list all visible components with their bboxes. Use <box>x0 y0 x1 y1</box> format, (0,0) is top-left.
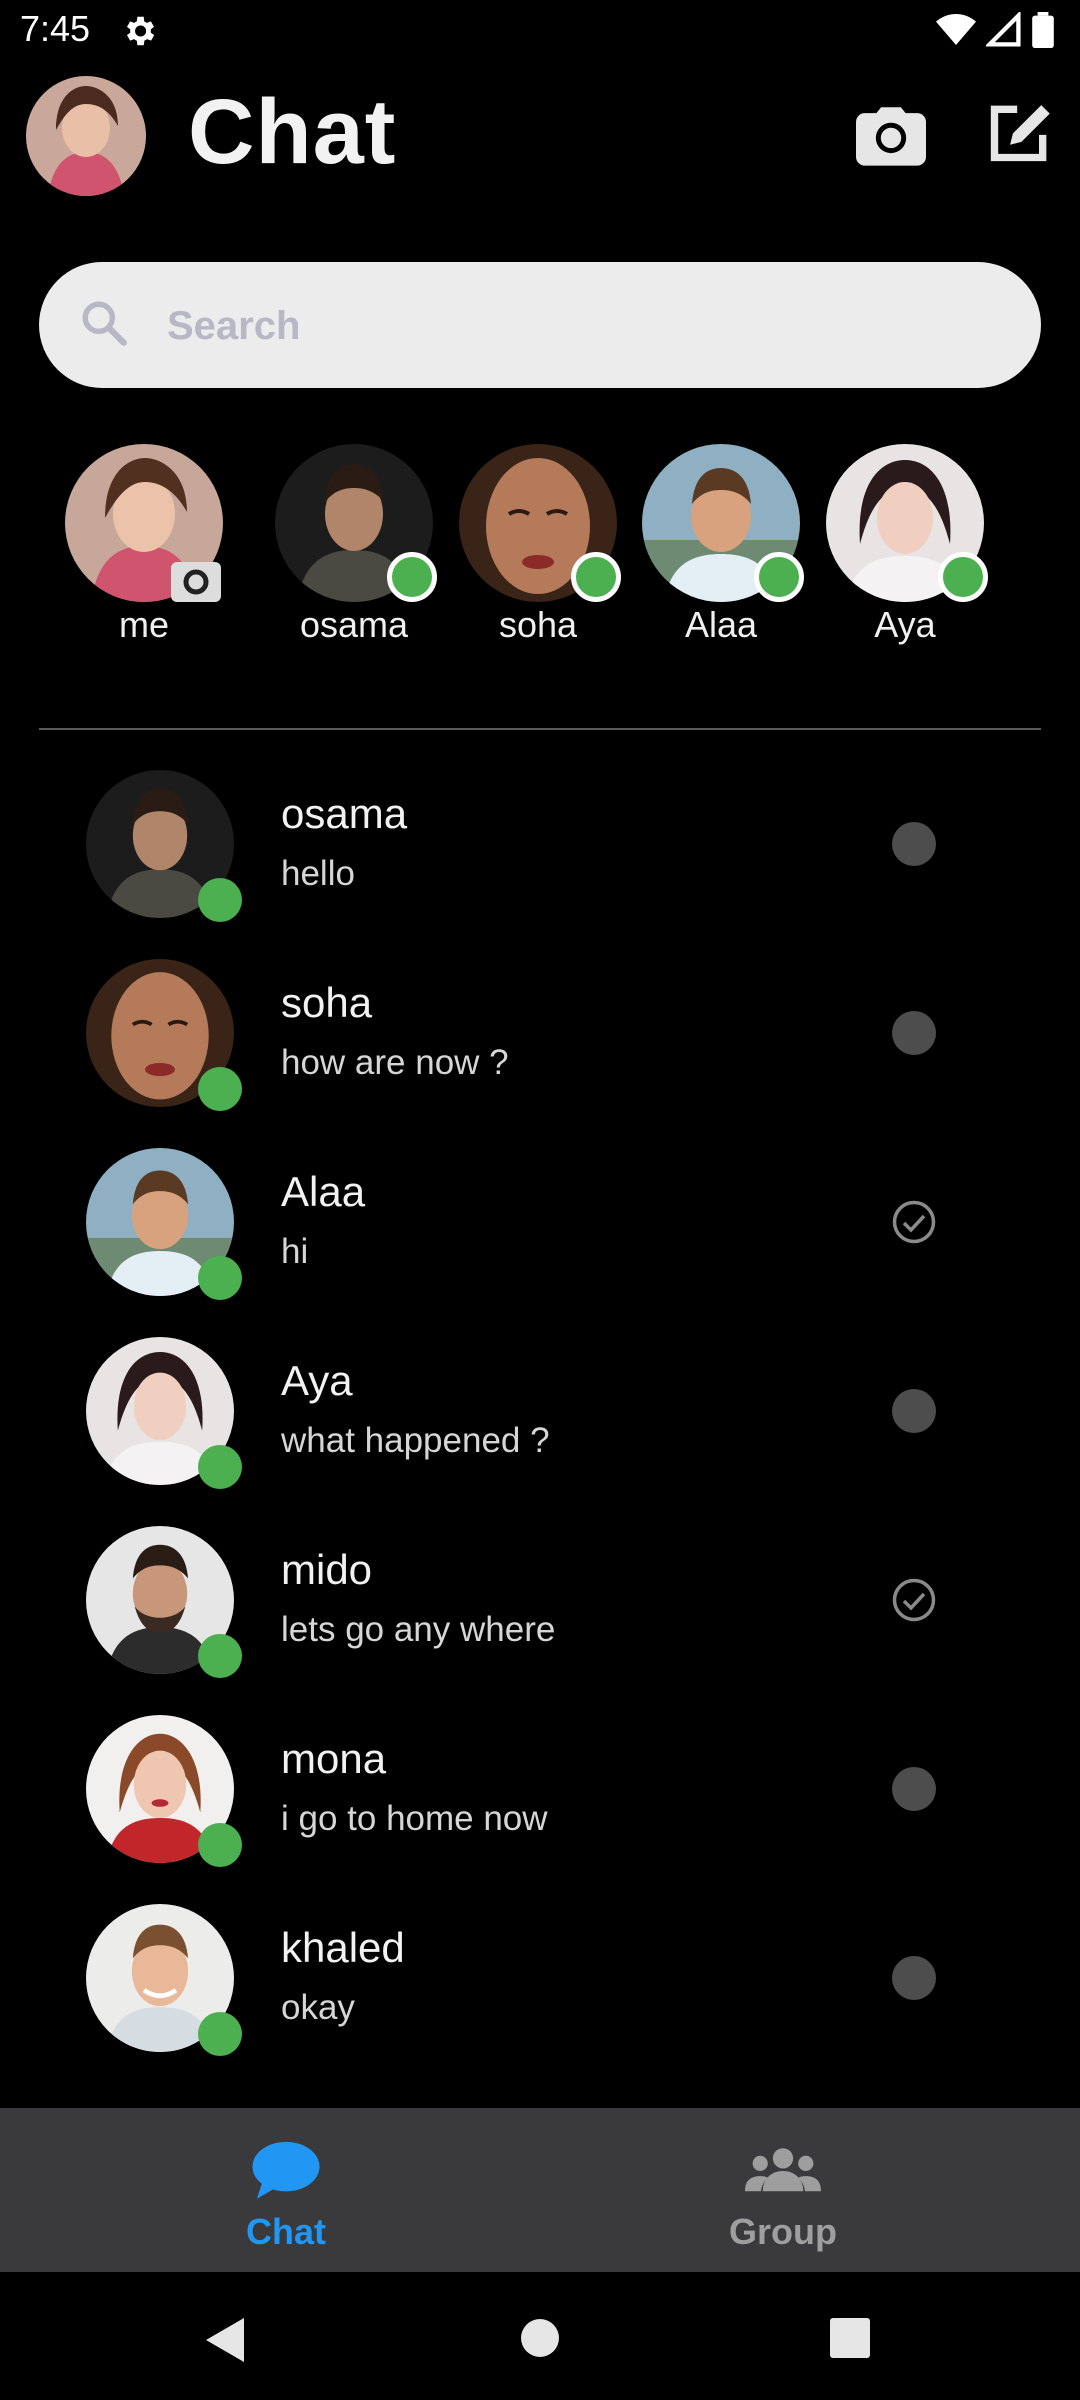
chat-name: Alaa <box>281 1168 366 1215</box>
page-title: Chat <box>188 81 397 183</box>
story-osama[interactable]: osama <box>259 444 449 646</box>
chat-name: osama <box>281 790 408 837</box>
recents-icon[interactable] <box>830 2318 870 2363</box>
camera-icon[interactable] <box>171 562 221 602</box>
unread-dot-icon <box>891 1766 937 1812</box>
avatar <box>86 1526 242 1678</box>
chat-message: lets go any where <box>281 1610 556 1649</box>
story-name: Aya <box>874 604 936 645</box>
unread-dot-icon <box>891 1388 937 1434</box>
unread-dot-icon <box>891 821 937 867</box>
chat-row-soha[interactable]: soha how are now ? <box>0 955 1080 1144</box>
avatar <box>86 959 242 1111</box>
chat-row-osama[interactable]: osama hello <box>0 766 1080 955</box>
avatar <box>86 1904 242 2056</box>
stories-row: me osama soha Alaa Aya <box>0 444 1080 664</box>
unread-dot-icon <box>891 1955 937 2001</box>
avatar <box>86 770 242 922</box>
story-name: me <box>118 604 169 645</box>
home-icon[interactable] <box>520 2318 560 2363</box>
system-nav-bar <box>0 2272 1080 2400</box>
chat-message: what happened ? <box>281 1421 550 1460</box>
signal-icon <box>984 10 1022 53</box>
chat-message: hello <box>281 854 355 893</box>
tab-group[interactable]: Group <box>713 2140 853 2253</box>
battery-icon <box>1032 12 1054 53</box>
bottom-nav: Chat Group <box>0 2108 1080 2272</box>
online-indicator <box>198 1445 242 1489</box>
online-indicator <box>754 552 804 602</box>
online-indicator <box>198 1256 242 1300</box>
chat-message: i go to home now <box>281 1799 548 1838</box>
avatar <box>86 1148 242 1300</box>
divider <box>39 728 1041 730</box>
wifi-icon <box>936 12 976 53</box>
story-aya[interactable]: Aya <box>810 444 1000 646</box>
story-me[interactable]: me <box>49 444 239 646</box>
online-indicator <box>198 878 242 922</box>
tab-chat[interactable]: Chat <box>216 2140 356 2253</box>
story-name: soha <box>498 604 578 645</box>
search-icon <box>79 298 129 353</box>
chat-row-khaled[interactable]: khaled okay <box>0 1900 1080 2089</box>
tab-chat-label: Chat <box>246 2211 326 2252</box>
profile-avatar[interactable] <box>26 76 146 196</box>
story-name: Alaa <box>684 604 758 645</box>
search-input[interactable] <box>165 290 989 362</box>
chat-message: hi <box>281 1232 309 1271</box>
chat-name: soha <box>281 979 373 1026</box>
story-name: osama <box>299 604 409 645</box>
chat-row-mido[interactable]: mido lets go any where <box>0 1522 1080 1711</box>
edit-icon[interactable] <box>986 100 1054 169</box>
read-check-icon <box>891 1577 937 1623</box>
chat-name: mona <box>281 1735 387 1782</box>
unread-dot-icon <box>891 1010 937 1056</box>
search-bar[interactable] <box>39 262 1041 388</box>
chat-row-mona[interactable]: mona i go to home now <box>0 1711 1080 1900</box>
chat-bubble-icon <box>251 2141 321 2206</box>
gear-icon <box>120 12 158 55</box>
status-time: 7:45 <box>20 8 91 49</box>
online-indicator <box>938 552 988 602</box>
chat-name: khaled <box>281 1924 405 1971</box>
online-indicator <box>198 1823 242 1867</box>
back-icon[interactable] <box>204 2316 246 2369</box>
chat-message: okay <box>281 1988 355 2027</box>
chat-name: mido <box>281 1546 373 1593</box>
chat-row-alaa[interactable]: Alaa hi <box>0 1144 1080 1333</box>
online-indicator <box>198 1067 242 1111</box>
camera-icon[interactable] <box>856 104 926 171</box>
chat-message: how are now ? <box>281 1043 509 1082</box>
chat-name: Aya <box>281 1357 353 1404</box>
online-indicator <box>571 552 621 602</box>
status-bar: 7:45 <box>0 0 1080 62</box>
story-alaa[interactable]: Alaa <box>626 444 816 646</box>
chat-row-aya[interactable]: Aya what happened ? <box>0 1333 1080 1522</box>
online-indicator <box>387 552 437 602</box>
tab-group-label: Group <box>729 2211 837 2252</box>
avatar <box>86 1715 242 1867</box>
read-check-icon <box>891 1199 937 1245</box>
online-indicator <box>198 2012 242 2056</box>
app-header: Chat <box>0 70 1080 200</box>
avatar <box>86 1337 242 1489</box>
online-indicator <box>198 1634 242 1678</box>
group-icon <box>745 2148 821 2206</box>
story-soha[interactable]: soha <box>443 444 633 646</box>
